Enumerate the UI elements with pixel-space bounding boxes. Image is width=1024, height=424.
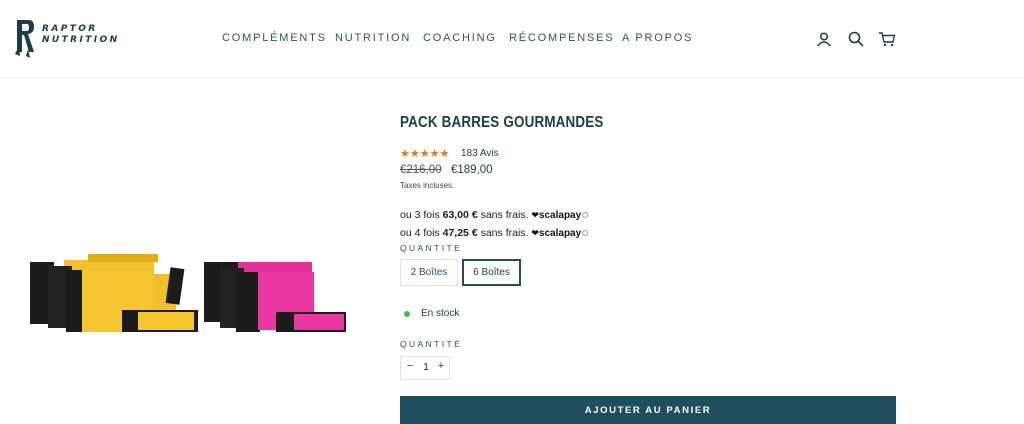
scalapay-heart-icon: ❤ [531,228,539,238]
compare-at-price: €216,00 [400,164,442,176]
scalapay-heart-icon: ❤ [531,210,539,220]
nav-item-complements[interactable]: COMPLÉMENTS [222,32,327,44]
user-icon[interactable] [815,30,833,48]
search-icon[interactable] [847,30,865,48]
nav-item-coaching[interactable]: COACHING [423,32,497,44]
nav-item-a-propos[interactable]: A PROPOS [622,32,693,44]
variant-label: QUANTITE [400,243,463,253]
tax-note: Taxes incluses. [400,181,455,190]
brand-logo[interactable]: RAPTOR NUTRITION [14,16,117,60]
sale-price: €189,00 [451,164,493,176]
add-to-cart-button[interactable]: AJOUTER AU PANIER [400,396,896,424]
quantity-label: QUANTITÉ [400,339,463,349]
nav-item-nutrition[interactable]: NUTRITION [335,32,411,44]
site-header: RAPTOR NUTRITION COMPLÉMENTS NUTRITION C… [0,0,1024,78]
info-icon[interactable] [582,212,589,219]
quantity-increase-button[interactable]: + [434,360,448,376]
nav-item-recompenses[interactable]: RÉCOMPENSES [509,32,614,44]
scalapay-logo[interactable]: scalapay [539,210,581,221]
raptor-r-logo-icon [15,20,34,58]
variant-option-2-boites[interactable]: 2 Boîtes [400,259,458,286]
quantity-stepper: − 1 + [400,356,450,380]
scalapay-logo[interactable]: scalapay [539,228,581,239]
stock-indicator-dot [404,311,410,317]
info-icon[interactable] [582,230,589,237]
quantity-decrease-button[interactable]: − [403,360,417,376]
cart-icon[interactable] [878,30,896,48]
product-image[interactable] [18,250,358,350]
variant-option-6-boites[interactable]: 6 Boîtes [462,259,521,286]
installment-3x: ou 3 fois 63,00 € sans frais. ❤scalapay [400,209,589,221]
installment-4x: ou 4 fois 47,25 € sans frais. ❤scalapay [400,227,589,239]
reviews-count[interactable]: 183 Avis [461,148,499,159]
quantity-input[interactable]: 1 [420,362,432,373]
product-title: PACK BARRES GOURMANDES [400,114,604,131]
rating-stars[interactable]: ★★★★★ [400,147,449,160]
header-divider [0,78,1024,79]
brand-wordmark: RAPTOR NUTRITION [42,24,120,45]
stock-status: En stock [421,308,460,319]
